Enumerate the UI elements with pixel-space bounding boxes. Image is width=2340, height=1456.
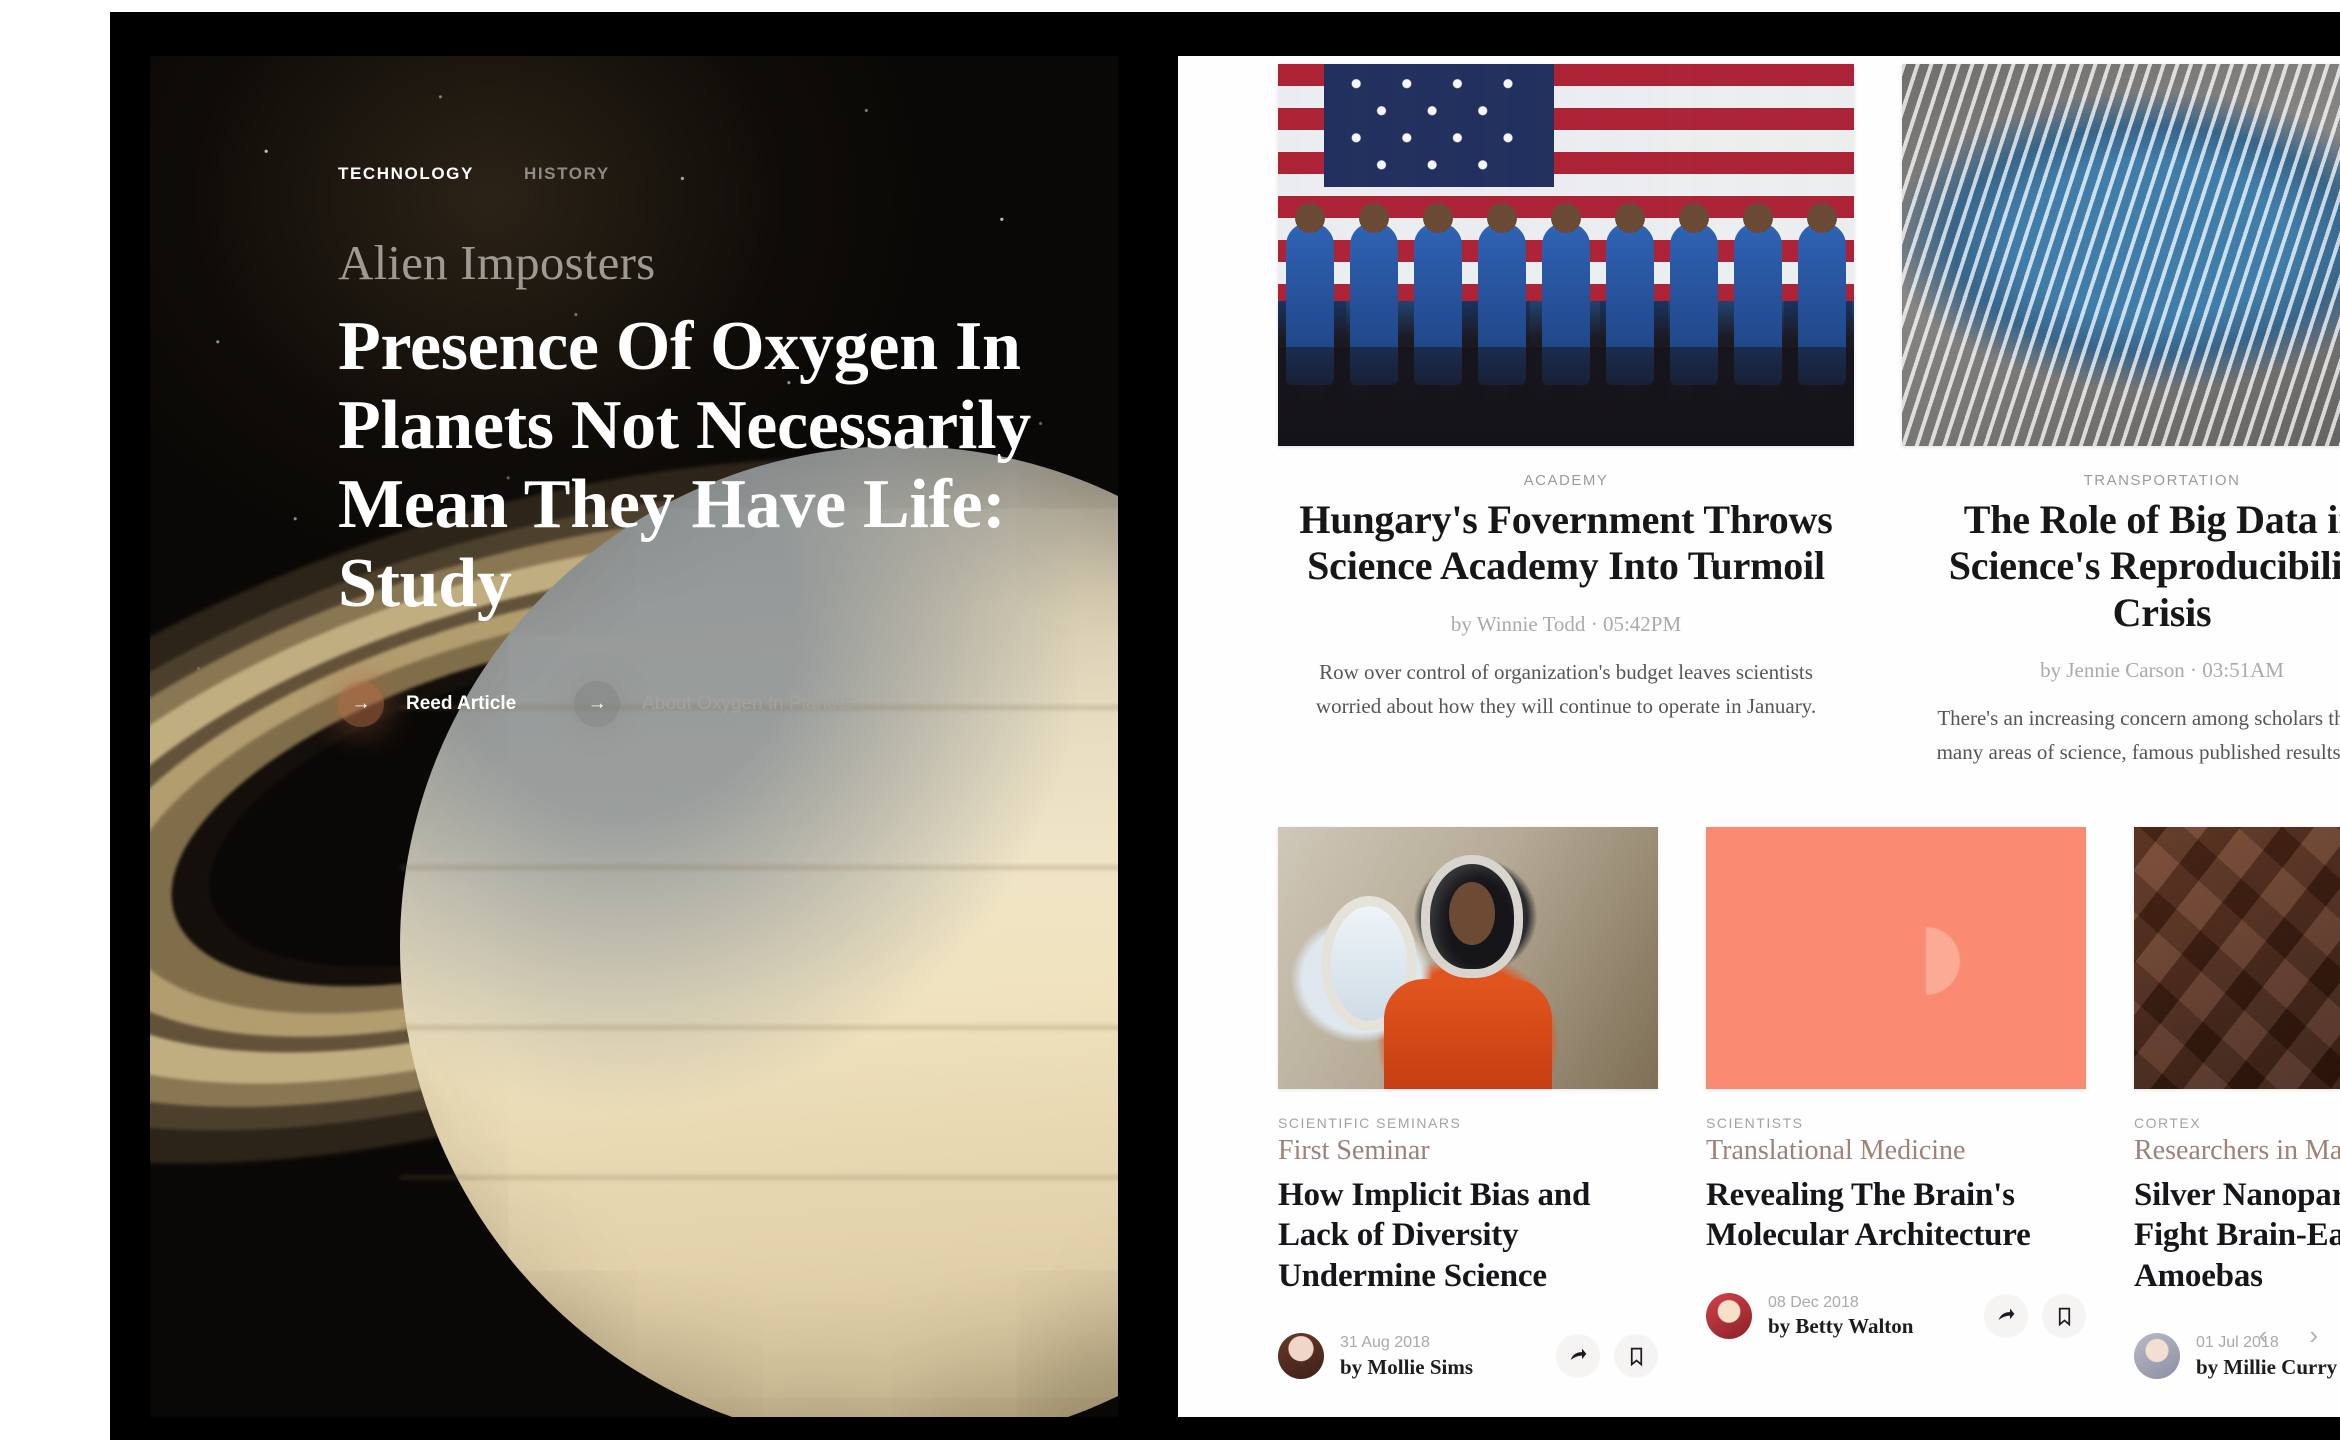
article-footer: 08 Dec 2018 by Betty Walton bbox=[1706, 1292, 2086, 1341]
article-category: SCIENTISTS bbox=[1706, 1115, 1804, 1132]
share-button[interactable] bbox=[1556, 1334, 1600, 1379]
article-card-transportation[interactable]: TRANSPORTATION The Role of Big Data in S… bbox=[1902, 64, 2340, 769]
article-thumbnail[interactable] bbox=[1278, 64, 1854, 446]
article-title: The Role of Big Data in Science's Reprod… bbox=[1948, 497, 2340, 635]
article-subtitle: Translational Medicine bbox=[1706, 1135, 1966, 1167]
article-title: Revealing The Brain's Molecular Architec… bbox=[1706, 1177, 2031, 1254]
article-category: CORTEX bbox=[2134, 1115, 2202, 1132]
article-actions bbox=[1984, 1294, 2086, 1339]
article-excerpt: There's an increasing concern among scho… bbox=[1936, 706, 2340, 765]
bookmark-button[interactable] bbox=[2042, 1294, 2086, 1339]
article-feed: ACADEMY Hungary's Fovernment Throws Scie… bbox=[1178, 56, 2340, 1417]
article-actions bbox=[1556, 1334, 1658, 1379]
avatar bbox=[2134, 1333, 2180, 1380]
meta-separator: · bbox=[2189, 658, 2197, 683]
share-button[interactable] bbox=[1984, 1294, 2028, 1339]
article-category: SCIENTIFIC SEMINARS bbox=[1278, 1115, 1462, 1132]
article-meta: by Jennie Carson · 03:51AM bbox=[1902, 658, 2340, 683]
article-thumbnail[interactable] bbox=[1278, 827, 1658, 1090]
about-oxygen-label: About Oxygen In Planets bbox=[642, 693, 853, 715]
article-card-scientists[interactable]: SCIENTISTS Translational Medicine Reveal… bbox=[1706, 827, 2086, 1381]
article-excerpt: Row over control of organization's budge… bbox=[1315, 659, 1817, 718]
browser-frame: TECHNOLOGY HISTORY Alien Imposters Prese… bbox=[110, 12, 2340, 1440]
share-icon bbox=[1998, 1308, 2014, 1320]
bookmark-icon bbox=[2058, 1307, 2070, 1326]
article-category: TRANSPORTATION bbox=[2083, 472, 2241, 489]
hero-eyebrow: Alien Imposters bbox=[338, 235, 656, 290]
article-grid-row: SCIENTIFIC SEMINARS First Seminar How Im… bbox=[1178, 769, 2340, 1381]
article-category: ACADEMY bbox=[1523, 472, 1609, 489]
avatar bbox=[1278, 1333, 1324, 1380]
article-date: 08 Dec 2018 bbox=[1768, 1293, 1859, 1311]
article-date: 31 Aug 2018 bbox=[1340, 1333, 1430, 1351]
moon-icon bbox=[1892, 926, 1961, 995]
article-title: Hungary's Fovernment Throws Science Acad… bbox=[1299, 497, 1833, 589]
article-footer: 31 Aug 2018 by Mollie Sims bbox=[1278, 1332, 1658, 1381]
astronaut-face bbox=[1449, 882, 1495, 946]
hero-cta-row: → Reed Article → About Oxygen In Planets bbox=[338, 681, 1038, 728]
avatar bbox=[1706, 1293, 1752, 1340]
article-byline: by Winnie Todd bbox=[1450, 611, 1586, 636]
featured-row: ACADEMY Hungary's Fovernment Throws Scie… bbox=[1178, 56, 2340, 769]
share-icon bbox=[1570, 1348, 1586, 1360]
article-author: by Betty Walton bbox=[1768, 1314, 1914, 1339]
article-title: How Implicit Bias and Lack of Diversity … bbox=[1278, 1177, 1591, 1294]
article-time: 03:51AM bbox=[2202, 658, 2284, 683]
article-author: by Millie Curry bbox=[2196, 1354, 2338, 1379]
article-byline: by Jennie Carson bbox=[2040, 658, 2185, 683]
carousel-controls: ‹ › bbox=[2259, 1320, 2318, 1351]
article-grid-row-partial: DINOSAUR Herbivores MALAITA Biggest Crys… bbox=[1178, 1381, 2340, 1417]
hero-content: TECHNOLOGY HISTORY Alien Imposters Prese… bbox=[338, 164, 1038, 728]
page-stage: TECHNOLOGY HISTORY Alien Imposters Prese… bbox=[150, 56, 2340, 1417]
hero-title: Presence Of Oxygen In Planets Not Necess… bbox=[338, 308, 1031, 623]
article-card-academy[interactable]: ACADEMY Hungary's Fovernment Throws Scie… bbox=[1278, 64, 1854, 769]
bookmark-icon bbox=[1630, 1347, 1642, 1366]
bookmark-button[interactable] bbox=[1614, 1334, 1658, 1379]
tab-history[interactable]: HISTORY bbox=[524, 164, 610, 184]
meta-separator: · bbox=[1590, 611, 1598, 636]
read-article-label: Reed Article bbox=[406, 693, 517, 715]
article-subtitle: Researchers in Malaysia bbox=[2134, 1135, 2340, 1167]
arrow-right-icon: → bbox=[574, 681, 621, 728]
article-thumbnail[interactable] bbox=[1902, 64, 2340, 446]
article-time: 05:42PM bbox=[1602, 611, 1682, 636]
about-oxygen-button[interactable]: → About Oxygen In Planets bbox=[574, 681, 853, 728]
tab-technology[interactable]: TECHNOLOGY bbox=[338, 164, 474, 184]
hero-tabs: TECHNOLOGY HISTORY bbox=[338, 164, 1038, 184]
article-card-seminars[interactable]: SCIENTIFIC SEMINARS First Seminar How Im… bbox=[1278, 827, 1658, 1381]
article-subtitle: First Seminar bbox=[1278, 1135, 1430, 1167]
article-meta: by Winnie Todd · 05:42PM bbox=[1278, 612, 1854, 637]
carousel-next-icon[interactable]: › bbox=[2309, 1320, 2318, 1351]
hero-panel: TECHNOLOGY HISTORY Alien Imposters Prese… bbox=[150, 56, 1118, 1417]
article-thumbnail[interactable] bbox=[2134, 827, 2340, 1090]
arrow-right-icon: → bbox=[338, 681, 384, 728]
read-article-button[interactable]: → Reed Article bbox=[338, 681, 517, 728]
carousel-prev-icon[interactable]: ‹ bbox=[2259, 1320, 2268, 1351]
article-author: by Mollie Sims bbox=[1340, 1354, 1474, 1379]
article-card-cortex[interactable]: CORTEX Researchers in Malaysia Silver Na… bbox=[2134, 827, 2340, 1381]
article-title: Silver Nanoparticles Help Fight Brain-Ea… bbox=[2134, 1177, 2340, 1294]
article-thumbnail[interactable] bbox=[1706, 827, 2086, 1090]
orange-suit bbox=[1384, 979, 1552, 1090]
